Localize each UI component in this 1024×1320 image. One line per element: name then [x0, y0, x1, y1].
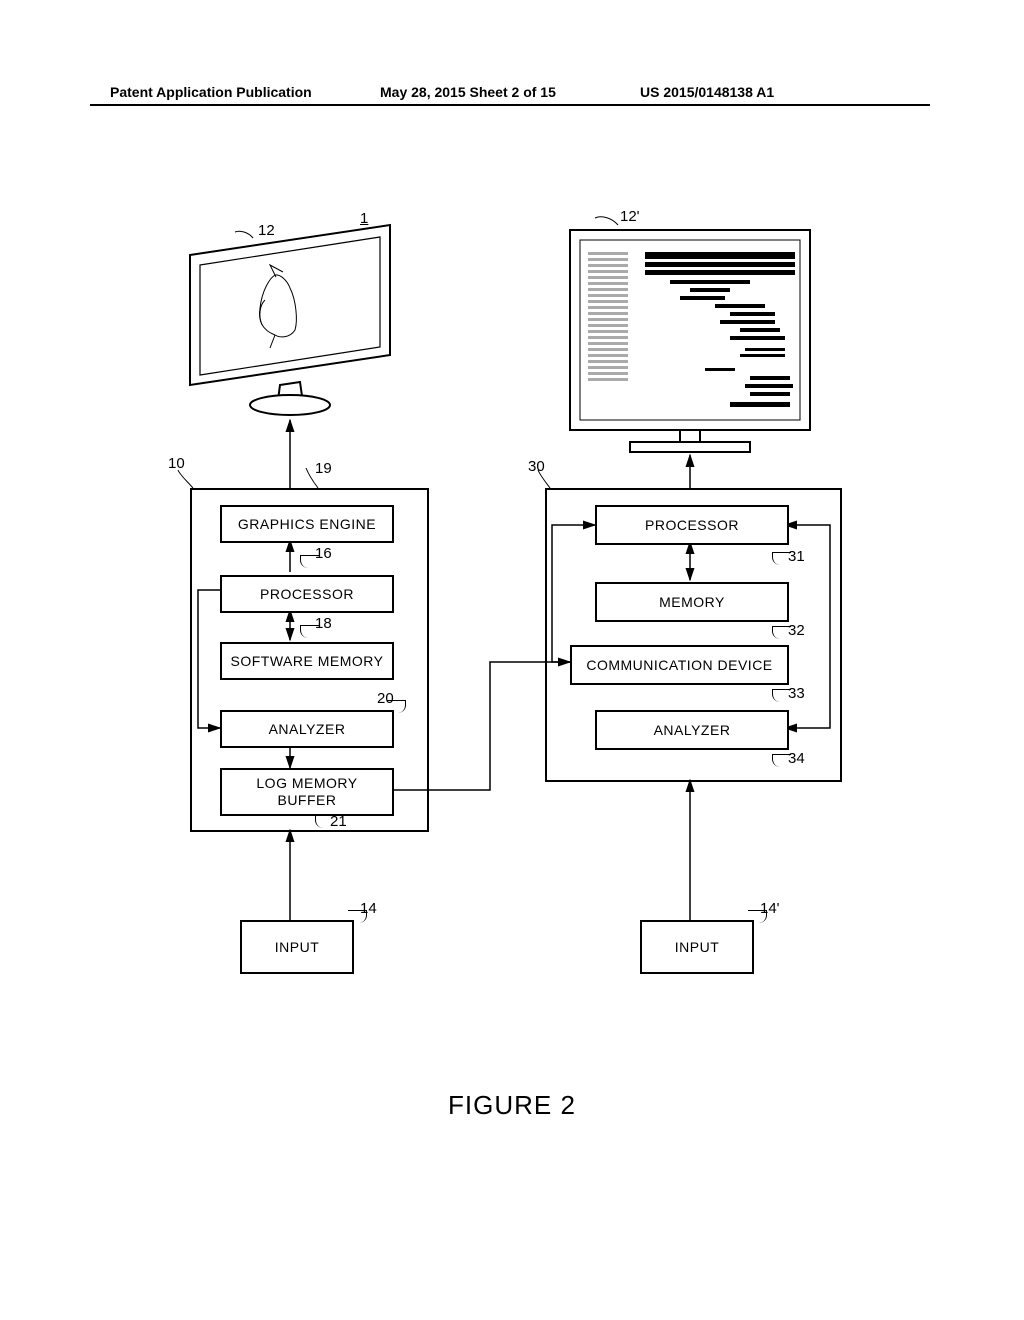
processor-left-label: PROCESSOR [260, 586, 354, 602]
analyzer-right-box: ANALYZER [595, 710, 789, 750]
lead-18 [300, 625, 319, 638]
monitor-left-icon [190, 225, 390, 415]
header-publication: Patent Application Publication [110, 84, 312, 100]
input-left-label: INPUT [275, 939, 320, 955]
lead-33 [772, 689, 791, 702]
lead-14p [748, 910, 767, 923]
header-pub-number: US 2015/0148138 A1 [640, 84, 774, 100]
software-memory-box: SOFTWARE MEMORY [220, 642, 394, 680]
processor-right-label: PROCESSOR [645, 517, 739, 533]
lead-21 [315, 815, 334, 828]
ref-12: 12 [258, 222, 275, 239]
graphics-engine-label: GRAPHICS ENGINE [238, 516, 376, 532]
lead-32 [772, 626, 791, 639]
ref-19: 19 [315, 460, 332, 477]
figure-caption: FIGURE 2 [0, 1090, 1024, 1121]
lead-31 [772, 552, 791, 565]
memory-right-box: MEMORY [595, 582, 789, 622]
comm-device-box: COMMUNICATION DEVICE [570, 645, 789, 685]
ref-12p: 12' [620, 208, 640, 225]
header-rule [90, 104, 930, 106]
log-memory-buffer-box: LOG MEMORY BUFFER [220, 768, 394, 816]
ref-10: 10 [168, 455, 185, 472]
processor-left-box: PROCESSOR [220, 575, 394, 613]
figure-diagram: GRAPHICS ENGINE PROCESSOR SOFTWARE MEMOR… [90, 180, 930, 1060]
log-buffer-label-1: LOG MEMORY [256, 775, 357, 791]
monitor-right-icon [570, 230, 810, 452]
header-date-sheet: May 28, 2015 Sheet 2 of 15 [380, 84, 556, 100]
input-right-box: INPUT [640, 920, 754, 974]
ref-1: 1 [360, 210, 368, 227]
input-right-label: INPUT [675, 939, 720, 955]
analyzer-right-label: ANALYZER [654, 722, 731, 738]
ref-30: 30 [528, 458, 545, 475]
processor-right-box: PROCESSOR [595, 505, 789, 545]
analyzer-left-label: ANALYZER [269, 721, 346, 737]
lead-16 [300, 555, 319, 568]
software-memory-label: SOFTWARE MEMORY [231, 653, 384, 669]
lead-20 [387, 700, 406, 713]
input-left-box: INPUT [240, 920, 354, 974]
comm-device-label: COMMUNICATION DEVICE [586, 657, 772, 673]
analyzer-left-box: ANALYZER [220, 710, 394, 748]
memory-right-label: MEMORY [659, 594, 725, 610]
graphics-engine-box: GRAPHICS ENGINE [220, 505, 394, 543]
lead-34 [772, 754, 791, 767]
log-buffer-label-2: BUFFER [277, 792, 336, 808]
lead-14 [348, 910, 367, 923]
